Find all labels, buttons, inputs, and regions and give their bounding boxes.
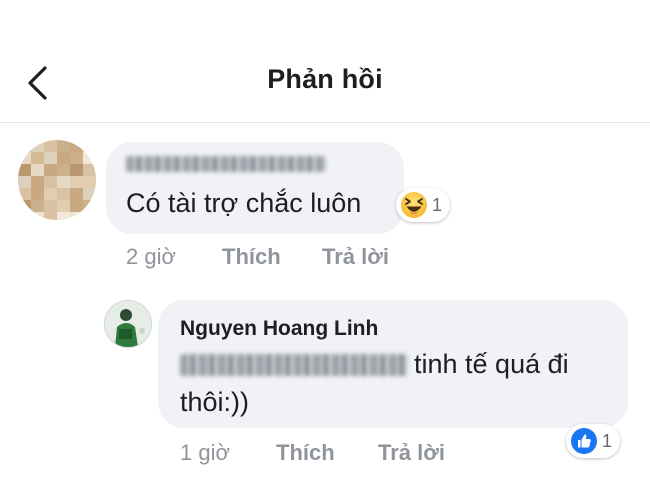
comment-bubble: Có tài trợ chắc luôn: [106, 142, 404, 234]
avatar-pixel: [57, 212, 70, 220]
blurred-mention: [180, 354, 408, 376]
avatar-pixel: [31, 212, 44, 220]
reply-timestamp: 1 giờ: [180, 440, 230, 465]
reply-author-name[interactable]: Nguyen Hoang Linh: [180, 317, 378, 341]
reply-reaction-badge[interactable]: 1: [566, 424, 621, 458]
blurred-commenter-name: [126, 156, 326, 172]
reaction-count: 1: [602, 430, 613, 451]
reply-reply-button[interactable]: Trả lời: [378, 440, 445, 466]
status-bar-area: [0, 0, 650, 40]
replies-screen: Phản hồi Có tài trợ chắc luôn 1 2 giờ Th…: [0, 0, 650, 504]
avatar-pixel: [70, 212, 83, 220]
reply-bubble: Nguyen Hoang Linh tinh tế quá đi thôi:)): [158, 300, 628, 428]
haha-emoji-icon: [401, 192, 427, 218]
reply-text-line-1: tinh tế quá đi: [414, 349, 569, 379]
reply-like-button[interactable]: Thích: [276, 440, 335, 466]
avatar-pixel: [83, 212, 96, 220]
avatar-pixel: [44, 212, 57, 220]
comment-like-button[interactable]: Thích: [222, 244, 281, 270]
avatar-pixel: [18, 212, 31, 220]
avatar-photo-icon: [105, 301, 151, 347]
header-bar: Phản hồi: [0, 40, 650, 123]
comment-reaction-badge[interactable]: 1: [396, 188, 451, 222]
reply-text-line-2: thôi:)): [180, 387, 250, 417]
commenter-avatar[interactable]: [18, 140, 96, 220]
like-thumb-icon: [571, 428, 597, 454]
comment-timestamp: 2 giờ: [126, 244, 176, 269]
page-title: Phản hồi: [267, 64, 383, 94]
reply-author-avatar[interactable]: [104, 300, 152, 348]
comment-reply-button[interactable]: Trả lời: [322, 244, 389, 270]
reaction-count: 1: [432, 194, 443, 215]
comment-text: Có tài trợ chắc luôn: [126, 188, 362, 218]
